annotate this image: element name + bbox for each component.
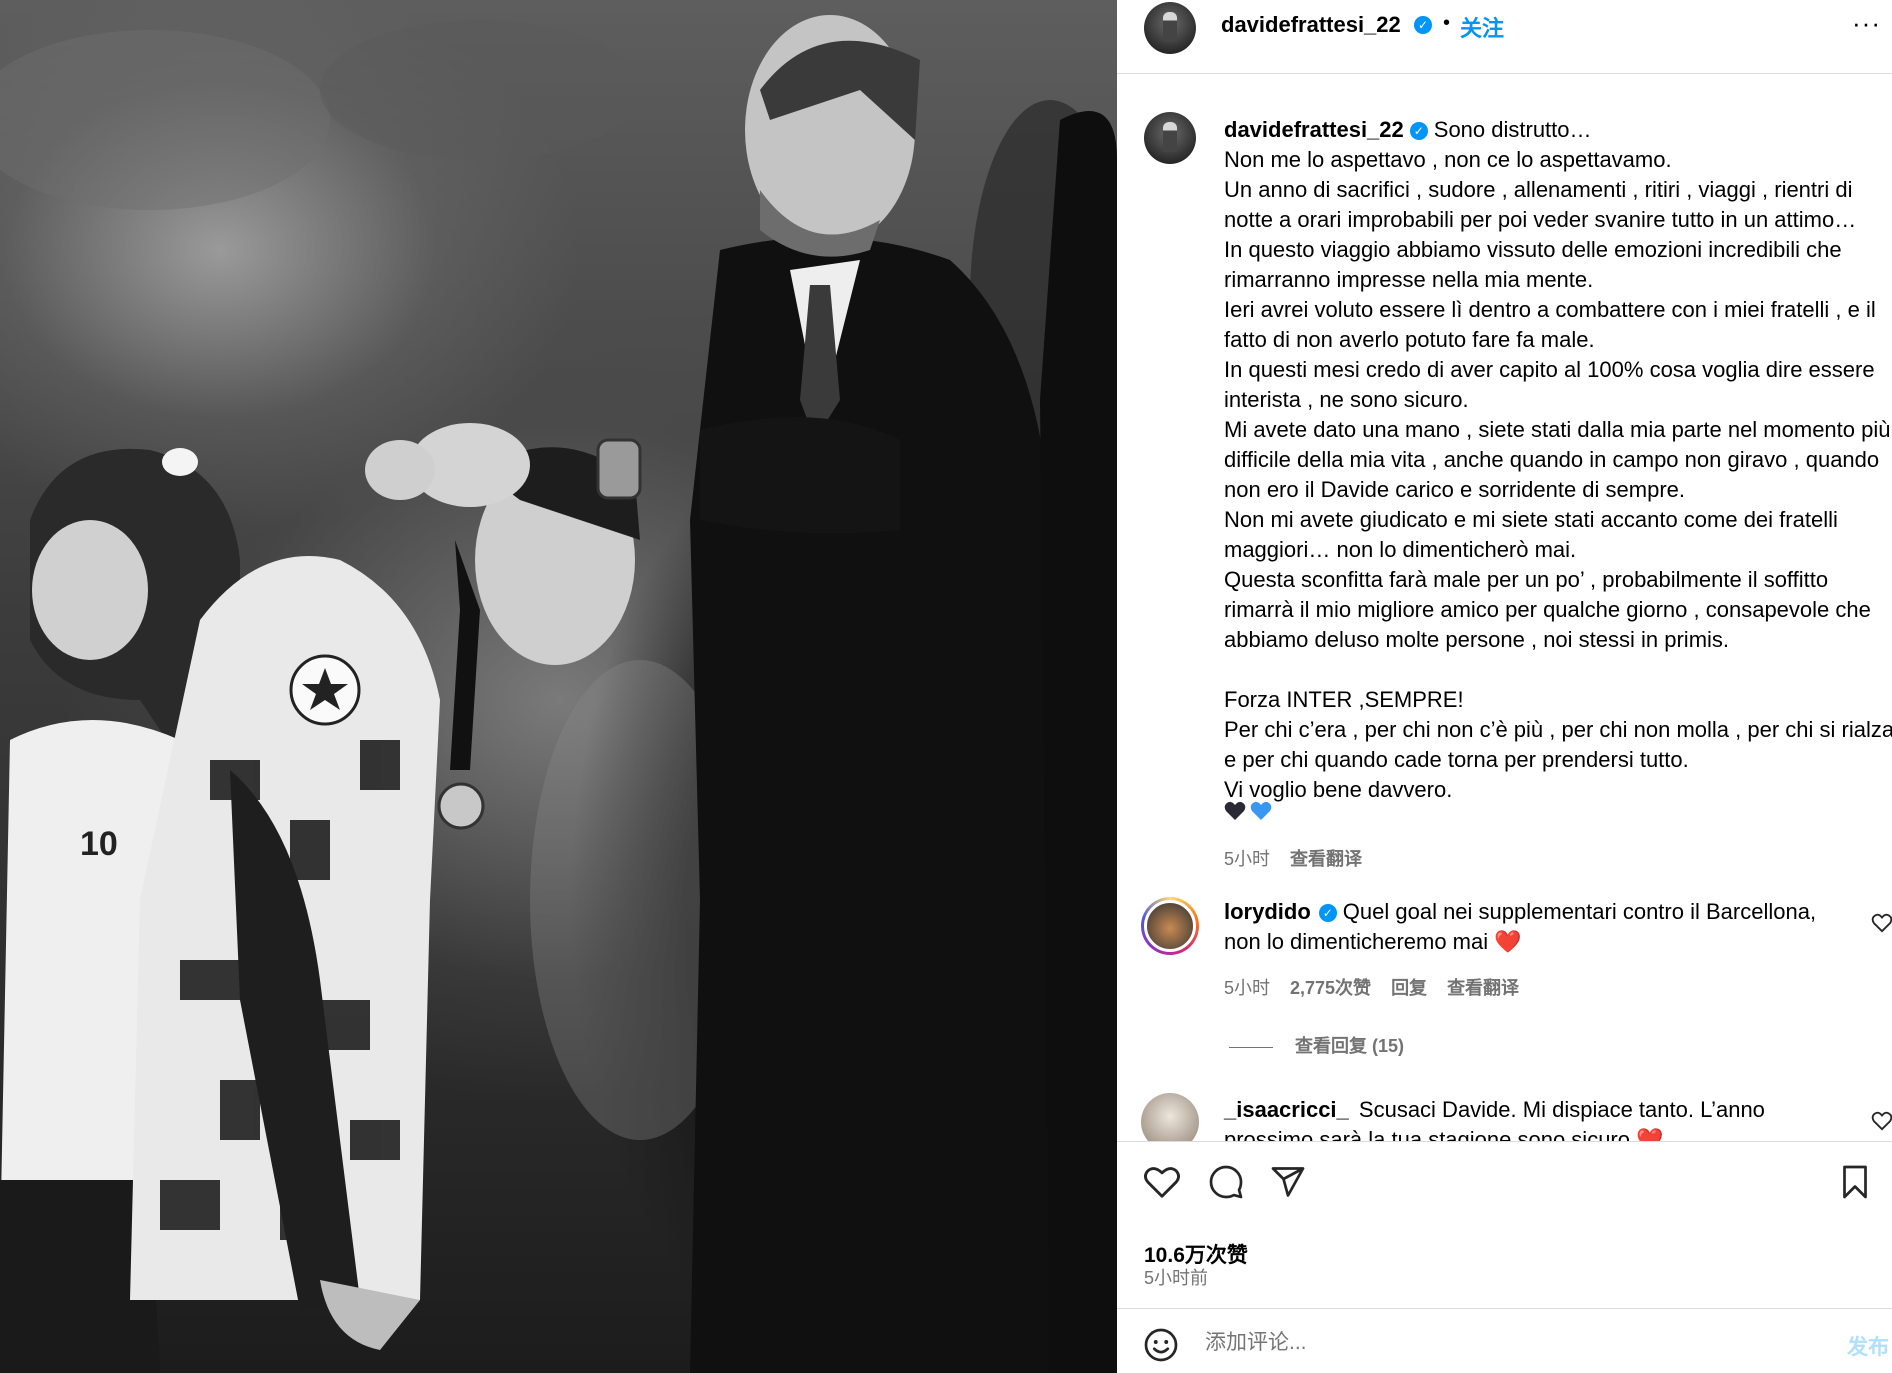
verified-badge-icon: ✓	[1409, 122, 1428, 141]
post-caption: davidefrattesi_22 ✓ Sono distrutto… Non me…	[1224, 115, 1892, 805]
red-heart-emoji: ❤️	[1494, 929, 1522, 954]
comment-username[interactable]: lorydido	[1224, 899, 1311, 924]
save-bookmark-icon[interactable]	[1838, 1164, 1872, 1200]
emoji-icon[interactable]	[1143, 1327, 1179, 1363]
comment-username[interactable]: _isaacricci_	[1224, 1097, 1349, 1122]
comment-bar: 发布	[1117, 1308, 1892, 1373]
caption-meta: 5小时 查看翻译	[1224, 845, 1362, 871]
comments-scroll-area[interactable]: davidefrattesi_22 ✓ Sono distrutto… Non me…	[1117, 75, 1892, 1141]
svg-text:10: 10	[80, 825, 118, 863]
commenter-avatar[interactable]	[1141, 897, 1199, 955]
caption-hearts	[1224, 800, 1272, 828]
view-replies-button[interactable]: 查看回复 (15)	[1229, 1032, 1404, 1058]
more-options-icon[interactable]: ···	[1852, 8, 1881, 39]
replies-divider	[1229, 1046, 1273, 1048]
red-heart-emoji: ❤️	[1636, 1127, 1664, 1141]
caption-username[interactable]: davidefrattesi_22	[1224, 117, 1404, 142]
reply-button[interactable]: 回复	[1391, 978, 1427, 998]
post-sidebar: davidefrattesi_22 ✓ • 关注 ··· davidefratt…	[1117, 0, 1892, 1373]
author-avatar[interactable]	[1144, 2, 1196, 54]
like-icon[interactable]	[1143, 1164, 1181, 1200]
comment-like-count[interactable]: 2,775次赞	[1290, 978, 1371, 998]
comment-icon[interactable]	[1207, 1164, 1245, 1200]
comment-meta: 5小时 2,775次赞 回复 查看翻译	[1224, 974, 1519, 1000]
caption-author-avatar[interactable]	[1144, 112, 1196, 164]
commenter-avatar[interactable]	[1141, 1093, 1199, 1141]
comment-time: 5小时	[1224, 978, 1271, 998]
verified-badge-icon: ✓	[1414, 16, 1432, 34]
verified-badge-icon: ✓	[1318, 904, 1337, 923]
see-translation-link[interactable]: 查看翻译	[1447, 978, 1519, 998]
author-username[interactable]: davidefrattesi_22	[1221, 12, 1401, 38]
black-heart-blue-heart-emoji	[1224, 801, 1272, 820]
comment-like-icon[interactable]	[1871, 913, 1892, 933]
post-header: davidefrattesi_22 ✓ • 关注 ···	[1117, 0, 1892, 74]
caption-time: 5小时	[1224, 849, 1271, 869]
post-photo[interactable]: 10	[0, 0, 1117, 1373]
comment-like-icon[interactable]	[1871, 1111, 1892, 1131]
comment-input[interactable]	[1205, 1331, 1805, 1355]
comment-text: _isaacricci_ Scusaci Davide. Mi dispiace…	[1224, 1095, 1844, 1141]
separator-dot: •	[1443, 12, 1451, 34]
comment-text: lorydido ✓ Quel goal nei supplementari con…	[1224, 897, 1844, 957]
share-icon[interactable]	[1269, 1164, 1307, 1200]
photo-illustration: 10	[0, 15, 1117, 1373]
post-time: 5小时前	[1144, 1268, 1209, 1288]
view-replies-label: 查看回复 (15)	[1295, 1036, 1405, 1056]
post-comment-button[interactable]: 发布	[1847, 1331, 1889, 1361]
follow-button[interactable]: 关注	[1460, 11, 1504, 43]
see-translation-link[interactable]: 查看翻译	[1290, 849, 1362, 869]
caption-text: Sono distrutto… Non me lo aspettavo , no…	[1224, 117, 1892, 802]
